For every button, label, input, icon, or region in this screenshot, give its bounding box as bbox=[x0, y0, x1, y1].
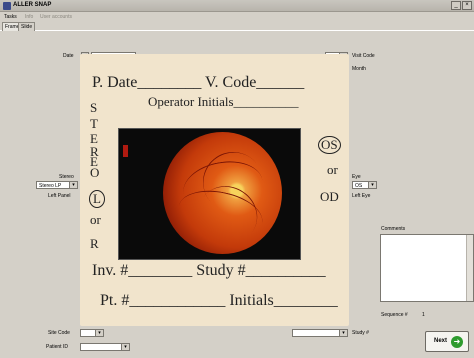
app-icon bbox=[3, 2, 11, 10]
sequence-label: Sequence # bbox=[381, 312, 408, 318]
fundus-photo bbox=[163, 132, 282, 255]
patient-id-label: Patient ID bbox=[46, 344, 68, 350]
card-or-left: or bbox=[90, 212, 101, 227]
sequence-value: 1 bbox=[422, 312, 425, 318]
menu-tasks[interactable]: Tasks bbox=[4, 14, 17, 20]
patient-id-dropdown[interactable]: ▾ bbox=[80, 343, 130, 351]
eye-value: OS bbox=[355, 183, 363, 189]
chevron-down-icon: ▾ bbox=[95, 330, 103, 336]
title-bar: ALLER SNAP _ × bbox=[0, 0, 474, 12]
close-button[interactable]: × bbox=[462, 1, 472, 10]
eye-dropdown[interactable]: OS ▾ bbox=[352, 181, 377, 189]
chevron-down-icon: ▾ bbox=[121, 344, 129, 350]
card-or-right: or bbox=[327, 162, 338, 177]
visit-code-label: Visit Code bbox=[352, 53, 375, 59]
card-date-line: P. Date________ V. Code______ bbox=[92, 74, 305, 91]
arrow-right-circle-icon: ➜ bbox=[451, 336, 463, 348]
tab-strip: Frame Slide bbox=[0, 22, 474, 31]
study-label: Study # bbox=[352, 330, 369, 336]
application-window: ALLER SNAP _ × Tasks Info User accounts … bbox=[0, 0, 474, 358]
eye-label: Eye bbox=[352, 174, 361, 180]
chevron-down-icon: ▾ bbox=[339, 330, 347, 336]
card-od: OD bbox=[320, 189, 339, 204]
card-stereo-o: O bbox=[90, 165, 100, 180]
next-button[interactable]: Next ➜ bbox=[425, 331, 469, 352]
menu-info[interactable]: Info bbox=[25, 14, 33, 20]
tab-slide[interactable]: Slide bbox=[18, 22, 36, 31]
menu-bar: Tasks Info User accounts bbox=[0, 13, 474, 22]
card-l-circled: L bbox=[89, 190, 105, 208]
month-label: Month bbox=[352, 66, 366, 72]
chevron-down-icon: ▾ bbox=[368, 182, 376, 188]
stereo-label: Stereo bbox=[59, 174, 74, 180]
stereo-value: Stereo LP bbox=[39, 183, 62, 189]
card-os-circled: OS bbox=[318, 136, 341, 154]
card-r: R bbox=[90, 236, 99, 251]
card-operator-line: Operator Initials__________ bbox=[148, 94, 299, 109]
site-code-dropdown[interactable]: ▾ bbox=[80, 329, 104, 337]
card-stereo-t: T bbox=[90, 116, 98, 131]
next-label: Next bbox=[434, 338, 448, 344]
date-label: Date bbox=[63, 53, 74, 59]
comments-textarea[interactable] bbox=[380, 234, 474, 302]
menu-user-accounts[interactable]: User accounts bbox=[40, 14, 72, 20]
chevron-down-icon: ▾ bbox=[69, 182, 77, 188]
site-code-label: Site Code bbox=[48, 330, 70, 336]
minimize-button[interactable]: _ bbox=[451, 1, 461, 10]
red-mark bbox=[123, 145, 128, 157]
left-panel-label: Left Panel bbox=[48, 193, 71, 199]
scrollbar[interactable] bbox=[466, 235, 473, 301]
stereo-dropdown[interactable]: Stereo LP ▾ bbox=[36, 181, 78, 189]
left-eye-label: Left Eye bbox=[352, 193, 371, 199]
card-inv-line: Inv. #________ Study #__________ bbox=[92, 262, 326, 279]
comments-label: Comments bbox=[381, 226, 406, 232]
card-stereo-s: S bbox=[90, 100, 98, 115]
card-pt-line: Pt. #____________ Initials________ bbox=[100, 292, 338, 309]
study-dropdown[interactable]: ▾ bbox=[292, 329, 348, 337]
window-title: ALLER SNAP bbox=[13, 2, 52, 8]
